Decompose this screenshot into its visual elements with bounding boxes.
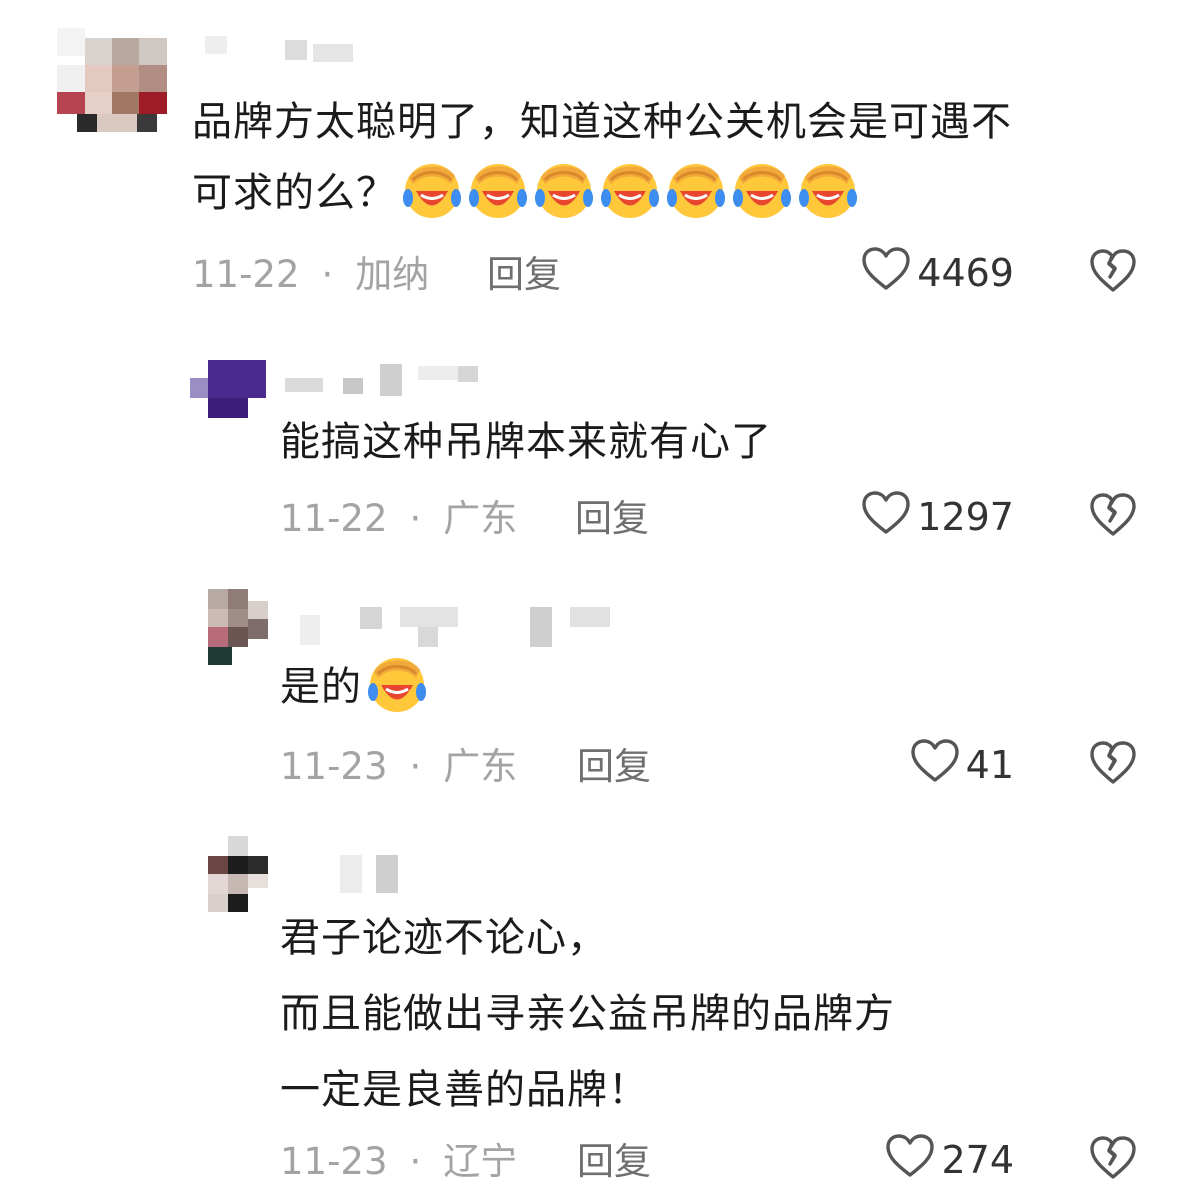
broken-heart-icon bbox=[1089, 493, 1137, 542]
heart-outline-icon bbox=[910, 738, 966, 793]
reply-wrap: 回复 bbox=[577, 1137, 651, 1187]
broken-heart-icon bbox=[1089, 1136, 1137, 1185]
comment-text-line: 而且能做出寻亲公益吊牌的品牌方 bbox=[280, 991, 895, 1037]
separator-dot: · bbox=[409, 1140, 422, 1183]
reply-button[interactable]: 回复 bbox=[577, 745, 651, 788]
comment-date: 11-23 bbox=[280, 745, 388, 788]
comment-text-line: 是的 bbox=[280, 652, 428, 723]
separator-dot: · bbox=[409, 745, 422, 788]
facepalm-laugh-cry-emoji bbox=[535, 164, 593, 218]
dislike-button[interactable] bbox=[1089, 492, 1137, 542]
like-button[interactable]: 274 bbox=[885, 1133, 1014, 1188]
separator-dot: · bbox=[321, 253, 334, 296]
dislike-button[interactable] bbox=[1089, 248, 1137, 298]
facepalm-laugh-cry-emoji bbox=[799, 164, 857, 218]
like-button[interactable]: 41 bbox=[910, 738, 1014, 793]
avatar[interactable] bbox=[57, 28, 167, 132]
comment-text: 品牌方太聪明了，知道这种公关机会是可遇不 可求的么？ bbox=[192, 87, 1012, 229]
reply-button[interactable]: 回复 bbox=[577, 1140, 651, 1183]
emoji-row bbox=[366, 652, 428, 714]
avatar[interactable] bbox=[208, 589, 268, 665]
facepalm-laugh-cry-emoji bbox=[601, 164, 659, 218]
comment-date: 11-22 bbox=[280, 497, 388, 540]
comment-date: 11-22 bbox=[192, 253, 300, 296]
reply-button[interactable]: 回复 bbox=[487, 253, 561, 296]
emoji-row bbox=[401, 158, 859, 220]
comment-text-line: 品牌方太聪明了，知道这种公关机会是可遇不 bbox=[192, 99, 1012, 145]
comment-meta: 11-23 · 广东 bbox=[280, 742, 517, 792]
avatar[interactable] bbox=[208, 836, 268, 912]
broken-heart-icon bbox=[1089, 249, 1137, 298]
reply-wrap: 回复 bbox=[575, 494, 649, 544]
like-button[interactable]: 4469 bbox=[861, 246, 1014, 301]
comment-meta: 11-23 · 辽宁 bbox=[280, 1137, 517, 1187]
username-blurred[interactable] bbox=[285, 362, 505, 396]
comment-meta: 11-22 · 加纳 bbox=[192, 250, 429, 300]
comment-text-line: 能搞这种吊牌本来就有心了 bbox=[280, 419, 772, 465]
comment-text-line: 一定是良善的品牌！ bbox=[280, 1067, 649, 1113]
comment-text: 君子论迹不论心， 而且能做出寻亲公益吊牌的品牌方 一定是良善的品牌！ bbox=[280, 903, 895, 1131]
facepalm-laugh-cry-emoji bbox=[368, 658, 426, 712]
separator-dot: · bbox=[409, 497, 422, 540]
facepalm-laugh-cry-emoji bbox=[469, 164, 527, 218]
comment-location: 广东 bbox=[443, 745, 518, 788]
like-count: 274 bbox=[941, 1138, 1014, 1182]
like-count: 41 bbox=[965, 743, 1014, 787]
username-blurred[interactable] bbox=[205, 36, 365, 66]
reply-wrap: 回复 bbox=[577, 742, 651, 792]
comment-date: 11-23 bbox=[280, 1140, 388, 1183]
reply-wrap: 回复 bbox=[487, 250, 561, 300]
broken-heart-icon bbox=[1089, 741, 1137, 790]
like-button[interactable]: 1297 bbox=[861, 490, 1014, 545]
comment-location: 广东 bbox=[443, 497, 518, 540]
dislike-button[interactable] bbox=[1089, 1135, 1137, 1185]
comment-location: 辽宁 bbox=[443, 1140, 518, 1183]
comment-meta: 11-22 · 广东 bbox=[280, 494, 517, 544]
facepalm-laugh-cry-emoji bbox=[403, 164, 461, 218]
heart-outline-icon bbox=[861, 490, 917, 545]
username-blurred[interactable] bbox=[340, 855, 420, 895]
username-blurred[interactable] bbox=[300, 605, 620, 647]
like-count: 4469 bbox=[917, 251, 1014, 295]
like-count: 1297 bbox=[917, 495, 1014, 539]
comment-text-line: 可求的么？ bbox=[192, 158, 1012, 229]
heart-outline-icon bbox=[885, 1133, 941, 1188]
comment-text-line: 君子论迹不论心， bbox=[280, 915, 608, 961]
avatar[interactable] bbox=[190, 360, 268, 420]
heart-outline-icon bbox=[861, 246, 917, 301]
comment-location: 加纳 bbox=[355, 253, 430, 296]
comment-text: 是的 bbox=[280, 652, 428, 723]
facepalm-laugh-cry-emoji bbox=[733, 164, 791, 218]
dislike-button[interactable] bbox=[1089, 740, 1137, 790]
reply-button[interactable]: 回复 bbox=[575, 497, 649, 540]
comment-text: 能搞这种吊牌本来就有心了 bbox=[280, 407, 772, 478]
facepalm-laugh-cry-emoji bbox=[667, 164, 725, 218]
